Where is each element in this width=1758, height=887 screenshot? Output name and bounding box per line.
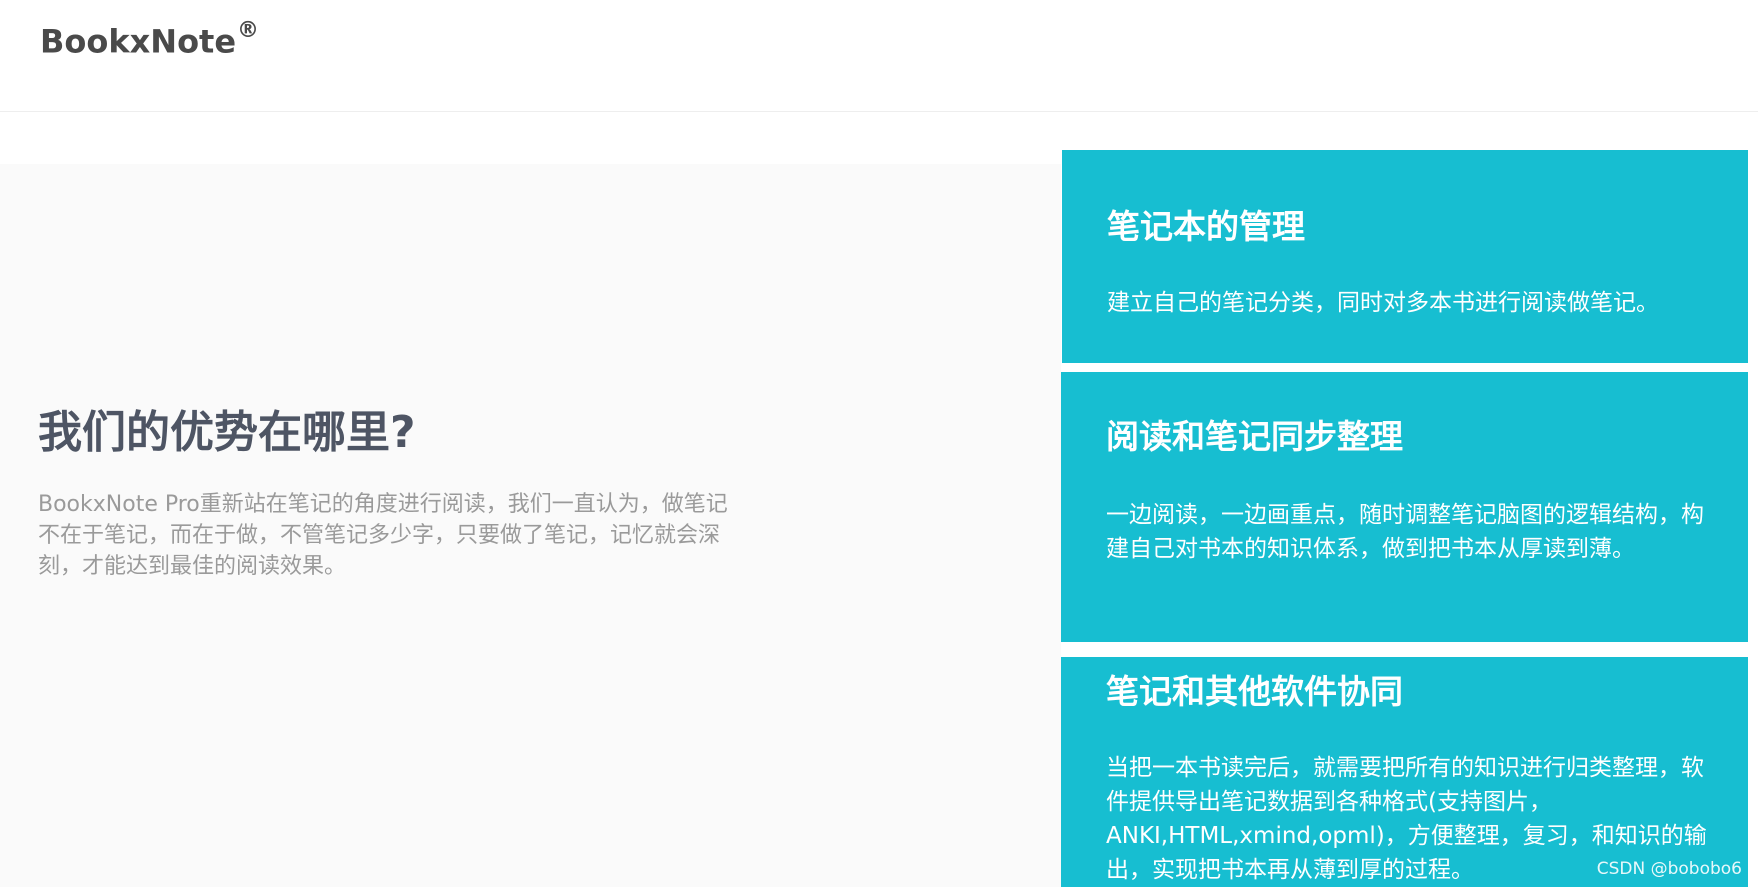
advantages-heading: 我们的优势在哪里? [38,407,416,458]
feature-card-title: 笔记和其他软件协同 [1106,672,1403,711]
feature-card-text: 建立自己的笔记分类，同时对多本书进行阅读做笔记。 [1107,290,1659,316]
brand-logo[interactable]: BookxNote® [40,18,259,61]
registered-mark: ® [237,18,260,43]
feature-card-text: 一边阅读，一边画重点，随时调整笔记脑图的逻辑结构，构建自己对书本的知识体系，做到… [1106,502,1704,562]
feature-card-title: 阅读和笔记同步整理 [1106,417,1403,456]
advantages-description: BookxNote Pro重新站在笔记的角度进行阅读，我们一直认为，做笔记不在于… [38,492,728,579]
feature-card-reading-sync: 阅读和笔记同步整理 一边阅读，一边画重点，随时调整笔记脑图的逻辑结构，构建自己对… [1061,372,1748,642]
site-header: BookxNote® [0,0,1758,112]
brand-name: BookxNote [40,22,237,61]
feature-card-software-collaboration: 笔记和其他软件协同 当把一本书读完后，就需要把所有的知识进行归类整理，软件提供导… [1061,657,1748,887]
advantages-intro-panel: 我们的优势在哪里? BookxNote Pro重新站在笔记的角度进行阅读，我们一… [0,164,1061,887]
feature-card-notebook-management: 笔记本的管理 建立自己的笔记分类，同时对多本书进行阅读做笔记。 [1062,150,1748,363]
feature-card-title: 笔记本的管理 [1107,207,1305,246]
csdn-watermark: CSDN @bobobo6 [1596,859,1742,879]
